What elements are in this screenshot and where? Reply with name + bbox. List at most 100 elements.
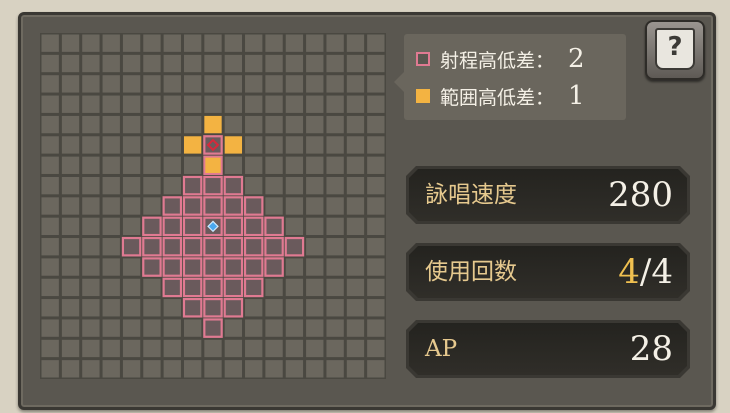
uses-separator: /: [639, 252, 652, 292]
grid-cell: [143, 299, 161, 317]
grid-cell: [204, 360, 222, 378]
grid-cell: [306, 217, 324, 236]
grid-cell: [82, 136, 100, 154]
grid-cell: [224, 339, 243, 358]
grid-cell: [122, 197, 141, 215]
grid-cell: [326, 238, 344, 256]
grid-cell: [346, 176, 365, 195]
grid-cell: [122, 115, 141, 134]
grid-cell: [41, 95, 59, 113]
grid-cell: [143, 136, 161, 154]
grid-cell: [122, 217, 141, 236]
grid-cell: [224, 319, 243, 337]
grid-cell: [61, 299, 80, 317]
help-book-button[interactable]: ?: [645, 20, 705, 80]
grid-cell: [285, 156, 304, 174]
range-height-value: 2: [568, 44, 585, 74]
grid-cell: [102, 136, 120, 154]
grid-cell: [306, 339, 324, 358]
grid-cell-range: [162, 277, 183, 298]
grid-cell: [41, 75, 59, 93]
grid-cell-range: [182, 257, 203, 277]
grid-cell: [143, 278, 161, 297]
grid-cell-range: [203, 297, 223, 318]
grid-cell: [82, 217, 100, 236]
grid-cell: [61, 217, 80, 236]
grid-cell: [245, 95, 263, 113]
grid-cell-range: [243, 216, 264, 237]
grid-cell: [245, 299, 263, 317]
grid-cell: [163, 339, 181, 358]
grid-cell: [183, 115, 202, 134]
grid-cell: [183, 339, 202, 358]
grid-cell: [41, 339, 59, 358]
grid-cell: [41, 115, 59, 134]
grid-cell: [224, 54, 243, 73]
grid-cell: [346, 34, 365, 52]
grid-cell: [326, 360, 344, 378]
grid-cell: [204, 75, 222, 93]
grid-cell: [122, 258, 141, 276]
range-height-label: 射程高低差：: [440, 49, 555, 72]
height-legend: 射程高低差： 2 範囲高低差： 1: [394, 34, 626, 120]
grid-cell: [326, 156, 344, 174]
grid-cell: [326, 319, 344, 337]
grid-cell-range: [142, 236, 162, 257]
grid-cell-range: [203, 318, 223, 338]
grid-cell: [265, 339, 283, 358]
grid-cell: [82, 197, 100, 215]
grid-cell: [367, 339, 385, 358]
grid-cell: [163, 75, 181, 93]
grid-cell-range: [284, 236, 305, 257]
grid-cell: [346, 156, 365, 174]
grid-cell: [122, 319, 141, 337]
grid-cell: [265, 278, 283, 297]
grid-cell: [326, 258, 344, 276]
grid-cell: [306, 136, 324, 154]
grid-cell: [346, 299, 365, 317]
grid-cell: [265, 34, 283, 52]
ap-value: 28: [629, 329, 673, 369]
grid-cell: [306, 156, 324, 174]
grid-cell-range: [182, 196, 203, 216]
grid-cell: [265, 176, 283, 195]
help-book-icon: ?: [655, 28, 695, 70]
grid-cell: [163, 136, 181, 154]
grid-cell-range: [243, 196, 264, 216]
grid-cell-range-area: [203, 155, 223, 175]
grid-cell: [82, 319, 100, 337]
grid-cell: [224, 95, 243, 113]
grid-cell: [61, 34, 80, 52]
grid-cell-range: [223, 196, 244, 216]
grid-cell: [41, 299, 59, 317]
grid-cell: [102, 75, 120, 93]
grid-cell: [82, 115, 100, 134]
grid-cell: [183, 34, 202, 52]
uses-max: 4: [651, 252, 673, 292]
grid-cell: [265, 54, 283, 73]
grid-cell: [102, 299, 120, 317]
grid-cell: [285, 54, 304, 73]
grid-cell: [122, 54, 141, 73]
grid-cell: [285, 136, 304, 154]
grid-cell: [224, 75, 243, 93]
grid-cell-range: [142, 216, 162, 237]
grid-cell: [102, 339, 120, 358]
grid-cell: [163, 299, 181, 317]
grid-cell: [367, 197, 385, 215]
grid-cell: [367, 75, 385, 93]
grid-cell-range: [223, 236, 244, 257]
legend-range-height: 射程高低差： 2: [416, 44, 585, 74]
grid-cell: [367, 95, 385, 113]
grid-cell: [265, 95, 283, 113]
grid-cell-range: [223, 175, 244, 196]
grid-cell: [204, 54, 222, 73]
grid-cell: [346, 54, 365, 73]
grid-cell: [306, 258, 324, 276]
grid-cell: [82, 238, 100, 256]
grid-cell: [61, 238, 80, 256]
grid-cell: [265, 75, 283, 93]
grid-cell: [143, 75, 161, 93]
grid-cell: [285, 95, 304, 113]
grid-cell: [143, 34, 161, 52]
